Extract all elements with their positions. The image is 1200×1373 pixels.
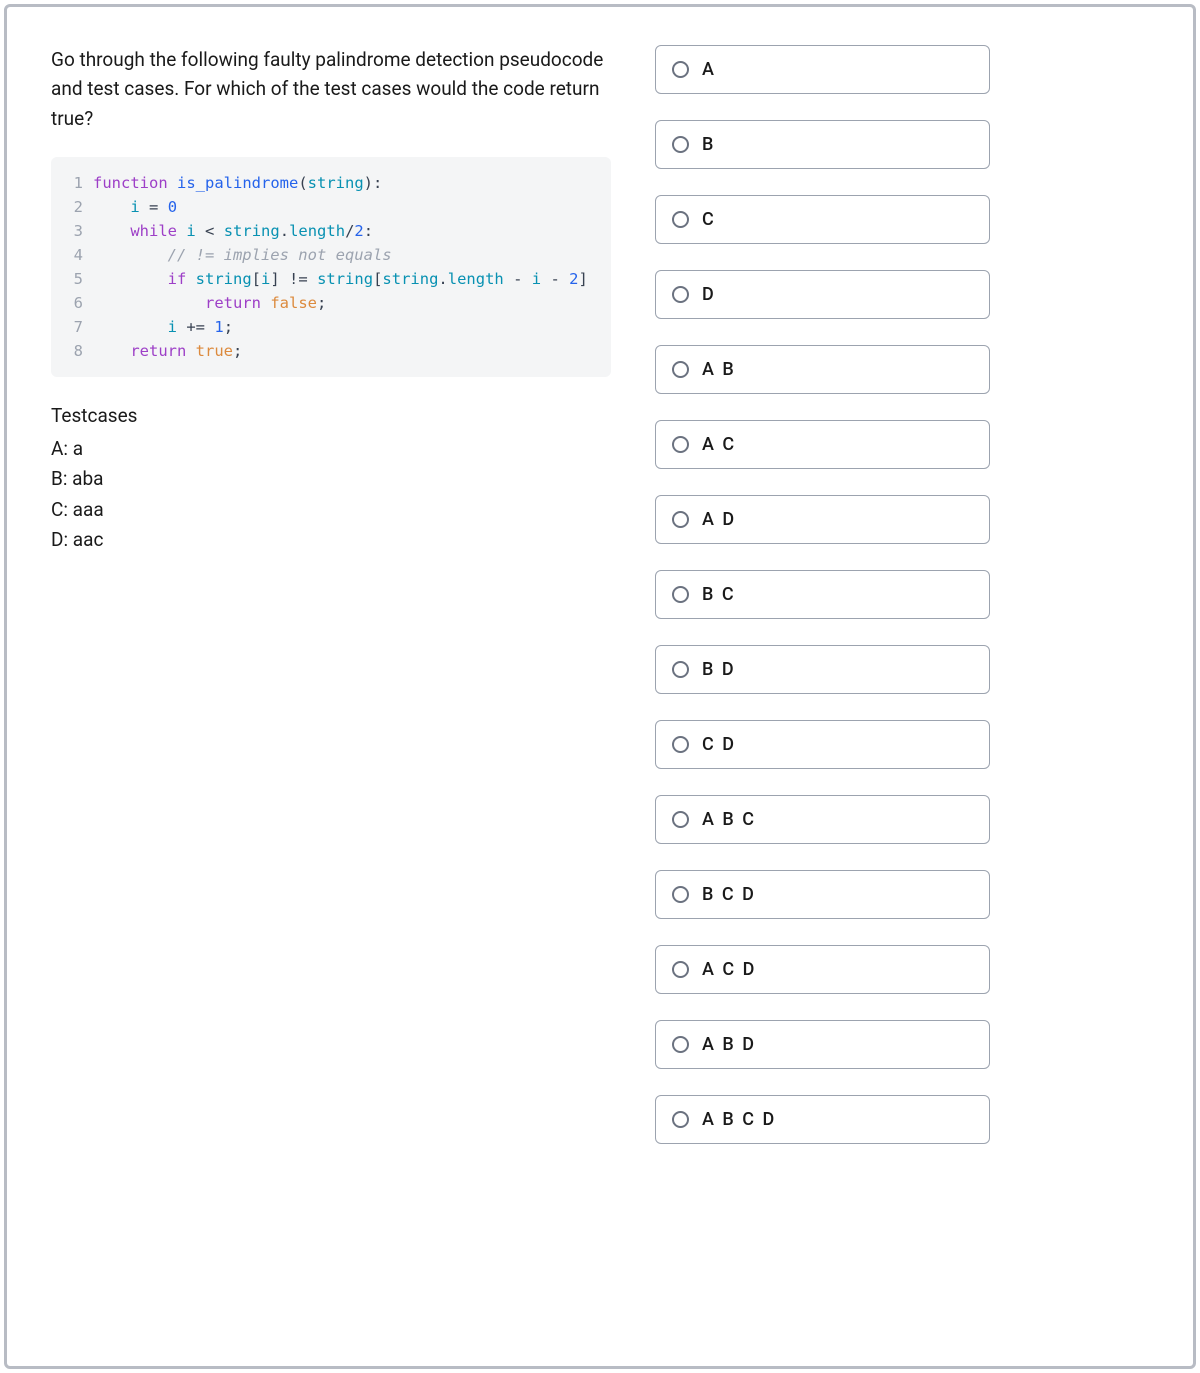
line-number: 1	[63, 171, 83, 195]
answer-option[interactable]: A B C	[655, 795, 990, 844]
answer-option[interactable]: C	[655, 195, 990, 244]
line-number: 2	[63, 195, 83, 219]
radio-icon	[672, 961, 689, 978]
option-label: A B C	[702, 809, 756, 830]
option-label: A B C D	[702, 1109, 776, 1130]
option-label: A B D	[702, 1034, 756, 1055]
question-text: Go through the following faulty palindro…	[51, 45, 611, 133]
code-line: 7 i += 1;	[63, 315, 599, 339]
option-label: A	[702, 59, 716, 80]
option-label: B D	[702, 659, 736, 680]
radio-icon	[672, 436, 689, 453]
testcase-item: B: aba	[51, 464, 611, 494]
code-block: 1function is_palindrome(string):2 i = 03…	[51, 157, 611, 377]
question-column: Go through the following faulty palindro…	[51, 45, 611, 1328]
option-label: C D	[702, 734, 736, 755]
option-label: D	[702, 284, 716, 305]
line-number: 5	[63, 267, 83, 291]
answer-option[interactable]: A D	[655, 495, 990, 544]
code-content: return true;	[93, 339, 242, 363]
radio-icon	[672, 286, 689, 303]
answer-option[interactable]: B	[655, 120, 990, 169]
code-line: 6 return false;	[63, 291, 599, 315]
radio-icon	[672, 661, 689, 678]
radio-icon	[672, 136, 689, 153]
code-line: 1 function is_palindrome(string):	[63, 171, 599, 195]
radio-icon	[672, 586, 689, 603]
answer-option[interactable]: A B D	[655, 1020, 990, 1069]
code-content: function is_palindrome(string):	[93, 171, 382, 195]
option-label: A C	[702, 434, 736, 455]
line-number: 6	[63, 291, 83, 315]
option-label: C	[702, 209, 716, 230]
option-label: B C	[702, 584, 736, 605]
radio-icon	[672, 511, 689, 528]
quiz-container: Go through the following faulty palindro…	[4, 4, 1196, 1369]
code-content: return false;	[93, 291, 326, 315]
code-content: while i < string.length/2:	[93, 219, 373, 243]
testcase-item: A: a	[51, 434, 611, 464]
option-label: B	[702, 134, 715, 155]
answer-option[interactable]: B C	[655, 570, 990, 619]
answer-option[interactable]: C D	[655, 720, 990, 769]
code-line: 3 while i < string.length/2:	[63, 219, 599, 243]
answer-option[interactable]: A B C D	[655, 1095, 990, 1144]
code-content: i = 0	[93, 195, 177, 219]
answer-option[interactable]: A B	[655, 345, 990, 394]
code-content: // != implies not equals	[93, 243, 392, 267]
radio-icon	[672, 1036, 689, 1053]
code-line: 4 // != implies not equals	[63, 243, 599, 267]
testcases-title: Testcases	[51, 401, 611, 431]
code-line: 8 return true;	[63, 339, 599, 363]
radio-icon	[672, 811, 689, 828]
option-label: B C D	[702, 884, 756, 905]
line-number: 8	[63, 339, 83, 363]
testcase-item: D: aac	[51, 525, 611, 555]
answer-option[interactable]: A	[655, 45, 990, 94]
options-column: A B C D A B A C A D B C B D C D A B C B C D A C D A B…	[655, 45, 990, 1328]
option-label: A C D	[702, 959, 756, 980]
code-line: 2 i = 0	[63, 195, 599, 219]
answer-option[interactable]: A C	[655, 420, 990, 469]
option-label: A D	[702, 509, 736, 530]
code-content: if string[i] != string[string.length - i…	[93, 267, 588, 291]
answer-option[interactable]: B C D	[655, 870, 990, 919]
line-number: 7	[63, 315, 83, 339]
radio-icon	[672, 61, 689, 78]
code-content: i += 1;	[93, 315, 233, 339]
answer-option[interactable]: A C D	[655, 945, 990, 994]
code-line: 5 if string[i] != string[string.length -…	[63, 267, 599, 291]
answer-option[interactable]: D	[655, 270, 990, 319]
line-number: 3	[63, 219, 83, 243]
testcases-section: Testcases A: a B: aba C: aaa D: aac	[51, 401, 611, 555]
testcase-item: C: aaa	[51, 495, 611, 525]
radio-icon	[672, 736, 689, 753]
radio-icon	[672, 886, 689, 903]
option-label: A B	[702, 359, 736, 380]
radio-icon	[672, 361, 689, 378]
radio-icon	[672, 1111, 689, 1128]
radio-icon	[672, 211, 689, 228]
line-number: 4	[63, 243, 83, 267]
answer-option[interactable]: B D	[655, 645, 990, 694]
